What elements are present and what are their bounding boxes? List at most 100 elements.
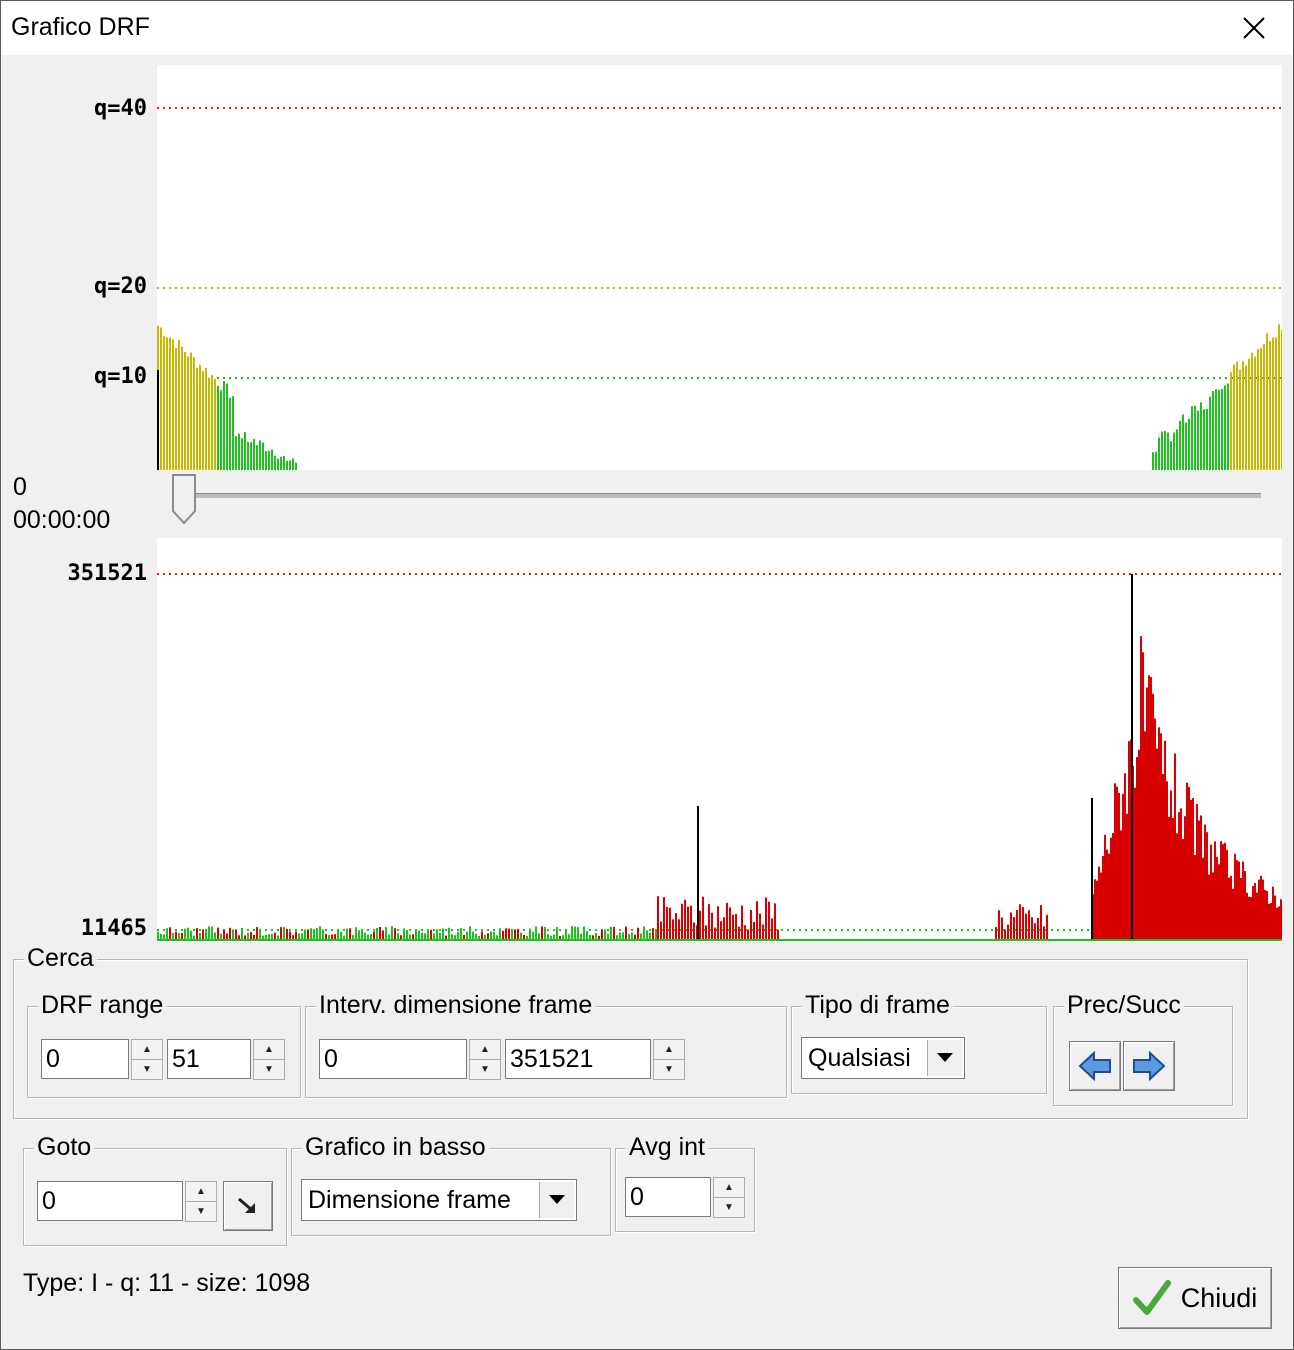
frame-size-bar — [1043, 926, 1045, 940]
frame-size-bar — [756, 901, 758, 940]
frame-size-bar — [652, 928, 654, 940]
quantizer-bar — [262, 442, 264, 470]
quantizer-bar — [283, 455, 285, 470]
frame-size-bar — [418, 930, 420, 940]
frame-size-bar — [493, 931, 495, 940]
quantizer-bar — [181, 346, 183, 470]
quantizer-bar — [1272, 337, 1274, 470]
frame-size-bar — [157, 931, 159, 940]
frame-size-max-spinner[interactable]: ▲ ▼ — [653, 1039, 685, 1080]
frame-size-bar — [663, 897, 665, 940]
frame-size-bar — [259, 928, 261, 940]
frame-type-select[interactable]: Qualsiasi — [801, 1037, 965, 1079]
frame-size-bar — [250, 932, 252, 940]
frame-size-bar — [771, 918, 773, 940]
window-close-button[interactable] — [1227, 1, 1281, 55]
goto-input[interactable]: 0 — [37, 1181, 183, 1221]
frame-size-bar — [690, 905, 692, 940]
quantizer-bar — [1245, 365, 1247, 470]
frame-size-bar — [1166, 781, 1168, 940]
frame-size-bar — [660, 921, 662, 940]
frame-size-bar — [1216, 856, 1218, 940]
quantizer-bar — [163, 336, 165, 470]
frame-size-bar — [1224, 842, 1226, 940]
drf-range-min-spinner[interactable]: ▲ ▼ — [131, 1039, 163, 1080]
quantizer-bar — [184, 351, 186, 470]
quantizer-bar — [259, 440, 261, 470]
frame-size-bar — [735, 913, 737, 940]
frame-size-bar — [684, 899, 686, 940]
frame-size-bar — [1232, 888, 1234, 940]
drf-range-max-input[interactable]: 51 — [167, 1039, 251, 1079]
prev-button[interactable] — [1069, 1041, 1121, 1091]
quantizer-bar — [256, 445, 258, 470]
avg-int-input[interactable]: 0 — [625, 1177, 711, 1217]
frame-size-bar — [532, 931, 534, 940]
quantizer-bar — [265, 450, 267, 470]
frame-size-bar — [448, 927, 450, 940]
frame-size-bar — [1131, 574, 1133, 940]
frame-size-bar — [693, 922, 695, 940]
frame-size-bar — [1019, 904, 1021, 940]
frame-size-bar — [499, 928, 501, 940]
quantizer-bar — [1224, 385, 1226, 470]
frame-size-bar — [1218, 864, 1220, 940]
quantizer-bar — [1218, 389, 1220, 470]
frame-size-bar — [1126, 813, 1128, 940]
frame-size-bar — [1150, 677, 1152, 940]
quantizer-bar — [187, 356, 189, 470]
spin-down-icon: ▼ — [253, 1059, 285, 1080]
goto-button[interactable] — [223, 1181, 273, 1231]
frame-size-bar — [1190, 799, 1192, 940]
frame-size-bar — [666, 906, 668, 940]
frame-size-bar — [1264, 889, 1266, 940]
frame-size-bar — [307, 930, 309, 940]
q40-label: q=40 — [94, 96, 147, 121]
goto-spinner[interactable]: ▲ ▼ — [185, 1181, 217, 1222]
frame-size-bar — [283, 927, 285, 940]
quantizer-bar — [214, 378, 216, 470]
frame-size-bar — [714, 927, 716, 940]
frame-size-bar — [466, 931, 468, 940]
frame-size-chart[interactable] — [157, 538, 1282, 942]
drf-range-max-spinner[interactable]: ▲ ▼ — [253, 1039, 285, 1080]
frame-size-bar — [1266, 891, 1268, 940]
next-button[interactable] — [1123, 1041, 1175, 1091]
frame-size-bar — [1096, 880, 1098, 940]
close-button[interactable]: Chiudi — [1118, 1267, 1272, 1329]
drf-range-min-input[interactable]: 0 — [41, 1039, 129, 1079]
frame-size-bar — [747, 929, 749, 940]
frame-size-bar — [172, 933, 174, 940]
frame-size-bar — [1188, 786, 1190, 940]
frame-size-bar — [1194, 855, 1196, 940]
quantizer-bar — [286, 460, 288, 470]
quantizer-bar — [1251, 352, 1253, 470]
bottom-graph-select[interactable]: Dimensione frame — [301, 1179, 577, 1221]
frame-size-bar — [1206, 832, 1208, 940]
quantizer-bar — [1206, 408, 1208, 470]
quantizer-bar — [1263, 344, 1265, 470]
frame-size-bar — [385, 926, 387, 940]
frame-size-max-input[interactable]: 351521 — [505, 1039, 651, 1079]
quantizer-bar — [1194, 405, 1196, 470]
quantizer-chart-plot — [157, 107, 1283, 470]
timeline-slider[interactable] — [171, 473, 1271, 529]
slider-track — [179, 493, 1261, 498]
spin-up-icon: ▲ — [185, 1181, 217, 1202]
frame-size-bar — [678, 919, 680, 940]
frame-size-bar — [622, 932, 624, 940]
avg-int-spinner[interactable]: ▲ ▼ — [713, 1177, 745, 1218]
frame-size-bar — [1238, 861, 1240, 940]
frame-size-min-input[interactable]: 0 — [319, 1039, 467, 1079]
frame-size-bar — [229, 927, 231, 940]
quantizer-chart[interactable] — [157, 65, 1283, 470]
jump-arrow-icon — [238, 1197, 255, 1213]
frame-size-bar — [1148, 675, 1150, 940]
frame-size-bar — [1040, 905, 1042, 940]
frame-size-min-spinner[interactable]: ▲ ▼ — [469, 1039, 501, 1080]
frame-size-bar — [998, 910, 1000, 940]
slider-thumb[interactable] — [171, 473, 197, 525]
frame-size-bar — [541, 926, 543, 940]
frame-size-bar — [669, 907, 671, 940]
frame-size-bar — [1174, 753, 1176, 940]
